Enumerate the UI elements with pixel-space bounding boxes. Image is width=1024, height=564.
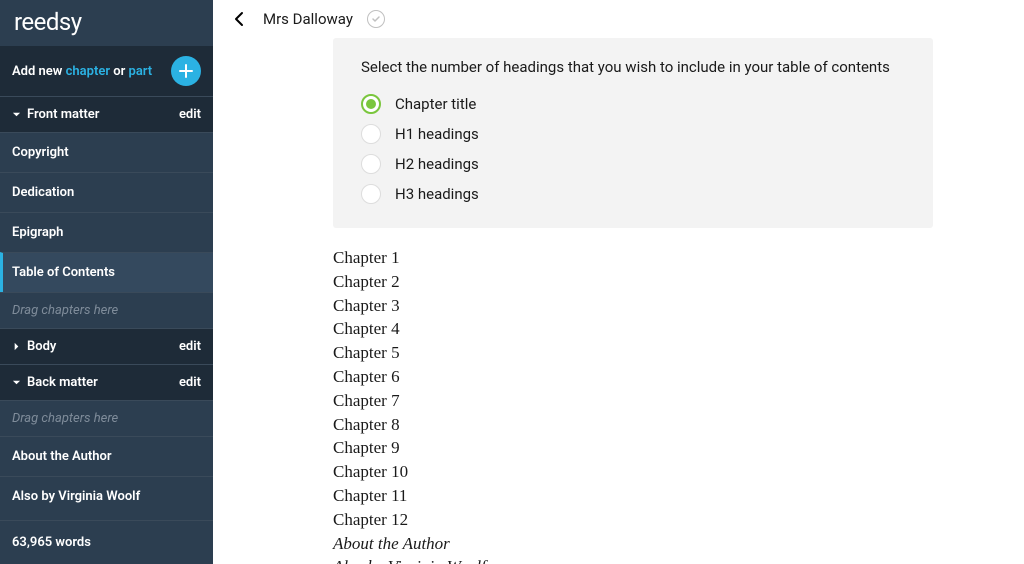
radio-h3[interactable]: H3 headings — [361, 184, 905, 204]
add-part-link[interactable]: part — [129, 64, 153, 79]
toc-item: Chapter 1 — [333, 246, 1024, 270]
radio-icon — [361, 124, 381, 144]
sidebar-item-toc[interactable]: Table of Contents — [0, 252, 213, 292]
toc-item: Chapter 7 — [333, 389, 1024, 413]
chevron-left-icon — [231, 10, 249, 28]
toc-item: Chapter 12 — [333, 508, 1024, 532]
toc-item: Chapter 2 — [333, 270, 1024, 294]
triangle-down-icon — [12, 110, 21, 119]
panel-title: Select the number of headings that you w… — [361, 58, 905, 76]
toc-item: Chapter 9 — [333, 436, 1024, 460]
toc-item: Also by Virginia Woolf — [333, 555, 1024, 564]
back-button[interactable] — [231, 10, 249, 28]
radio-label: H3 headings — [395, 185, 479, 203]
toc-item: Chapter 3 — [333, 294, 1024, 318]
drag-hint-front: Drag chapters here — [0, 292, 213, 328]
triangle-down-icon — [12, 378, 21, 387]
section-body[interactable]: Body edit — [0, 328, 213, 364]
sidebar-item-epigraph[interactable]: Epigraph — [0, 212, 213, 252]
sidebar-item-also-by[interactable]: Also by Virginia Woolf — [0, 476, 213, 516]
toc-item: Chapter 5 — [333, 341, 1024, 365]
radio-icon — [361, 154, 381, 174]
add-new-text: Add new chapter or part — [12, 64, 152, 79]
add-button[interactable] — [171, 56, 201, 86]
radio-icon — [361, 184, 381, 204]
toc-item: Chapter 8 — [333, 413, 1024, 437]
toc-item: Chapter 4 — [333, 317, 1024, 341]
add-chapter-link[interactable]: chapter — [66, 64, 110, 79]
edit-back-matter[interactable]: edit — [179, 375, 201, 390]
toc-item: Chapter 11 — [333, 484, 1024, 508]
check-icon — [371, 14, 381, 24]
status-check[interactable] — [367, 10, 385, 28]
sidebar-item-dedication[interactable]: Dedication — [0, 172, 213, 212]
radio-icon — [361, 94, 381, 114]
sidebar-item-copyright[interactable]: Copyright — [0, 132, 213, 172]
radio-label: H2 headings — [395, 155, 479, 173]
drag-hint-back: Drag chapters here — [0, 400, 213, 436]
edit-front-matter[interactable]: edit — [179, 107, 201, 122]
toc-options-panel: Select the number of headings that you w… — [333, 38, 933, 228]
radio-label: Chapter title — [395, 95, 476, 113]
logo: reedsy — [0, 0, 213, 46]
add-new-row: Add new chapter or part — [0, 46, 213, 96]
toc-item: About the Author — [333, 532, 1024, 556]
plus-icon — [178, 63, 194, 79]
document-title: Mrs Dalloway — [263, 10, 353, 28]
radio-label: H1 headings — [395, 125, 479, 143]
content-area: Select the number of headings that you w… — [213, 38, 1024, 564]
main-area: Mrs Dalloway Select the number of headin… — [213, 0, 1024, 564]
sidebar-item-about-author[interactable]: About the Author — [0, 436, 213, 476]
section-back-matter[interactable]: Back matter edit — [0, 364, 213, 400]
triangle-right-icon — [12, 342, 21, 351]
sidebar: reedsy Add new chapter or part Front mat… — [0, 0, 213, 564]
section-front-matter-label: Front matter — [27, 107, 99, 122]
section-body-label: Body — [27, 339, 56, 354]
topbar: Mrs Dalloway — [213, 0, 1024, 38]
section-front-matter[interactable]: Front matter edit — [0, 96, 213, 132]
toc-item: Chapter 10 — [333, 460, 1024, 484]
edit-body[interactable]: edit — [179, 339, 201, 354]
toc-preview-list: Chapter 1 Chapter 2 Chapter 3 Chapter 4 … — [333, 246, 1024, 564]
radio-h1[interactable]: H1 headings — [361, 124, 905, 144]
radio-chapter-title[interactable]: Chapter title — [361, 94, 905, 114]
heading-radio-group: Chapter title H1 headings H2 headings H3… — [361, 94, 905, 204]
section-back-matter-label: Back matter — [27, 375, 98, 390]
radio-h2[interactable]: H2 headings — [361, 154, 905, 174]
toc-item: Chapter 6 — [333, 365, 1024, 389]
word-count: 63,965 words — [0, 520, 213, 564]
